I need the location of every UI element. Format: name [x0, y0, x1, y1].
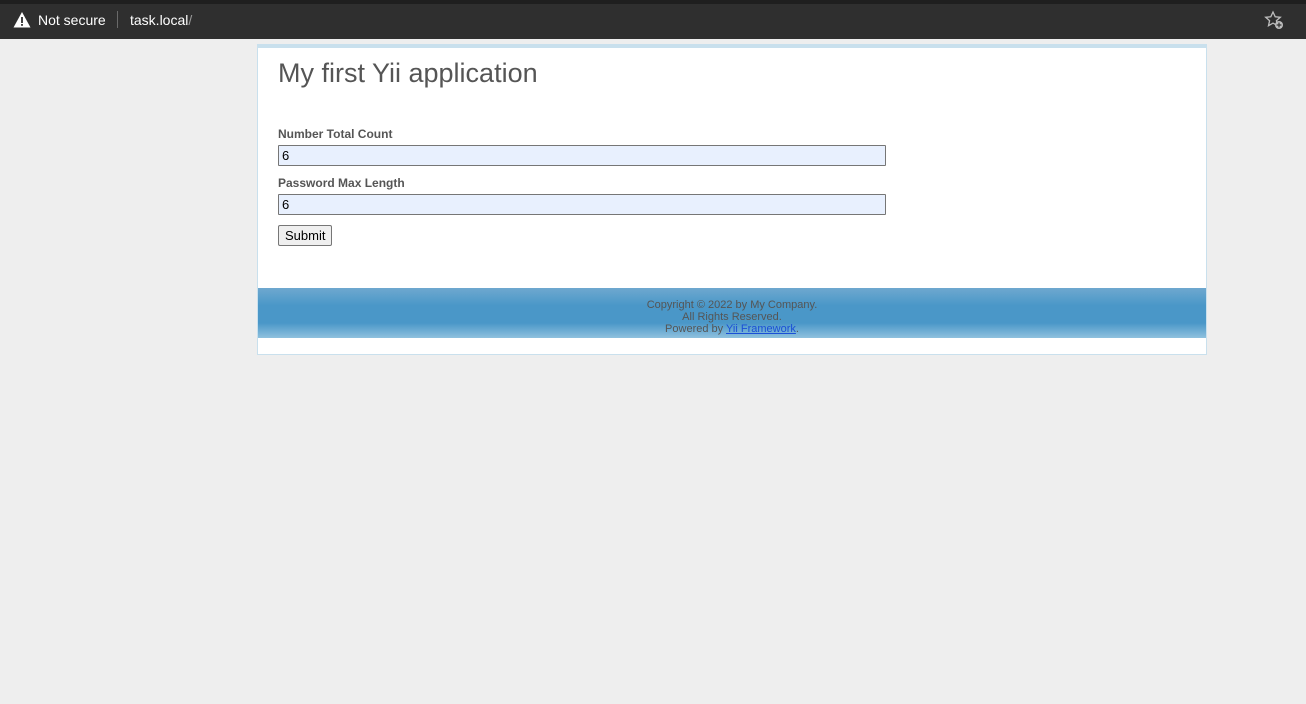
warning-icon: [13, 12, 31, 28]
number-total-count-input[interactable]: [278, 145, 886, 166]
number-total-count-label: Number Total Count: [278, 127, 393, 141]
page-title: My first Yii application: [278, 58, 538, 88]
url-host: task.local: [130, 12, 189, 28]
star-add-icon[interactable]: [1264, 10, 1284, 30]
footer: Copyright © 2022 by My Company. All Righ…: [258, 288, 1206, 338]
footer-copyright: Copyright © 2022 by My Company.: [646, 299, 818, 311]
security-indicator[interactable]: Not secure: [13, 10, 106, 30]
url-field[interactable]: task.local/: [130, 10, 192, 30]
password-max-length-input[interactable]: [278, 194, 886, 215]
submit-button[interactable]: Submit: [278, 225, 333, 246]
address-divider: [117, 11, 118, 28]
browser-address-bar: Not secure task.local/: [0, 0, 1306, 39]
footer-rights: All Rights Reserved.: [682, 311, 782, 323]
security-label: Not secure: [38, 12, 106, 28]
yii-framework-link[interactable]: Yii Framework: [726, 323, 796, 335]
page-container: My first Yii application Number Total Co…: [257, 44, 1207, 355]
footer-powered-by: Powered by Yii Framework.: [258, 323, 1206, 335]
footer-powered-prefix: Powered by: [665, 323, 726, 335]
password-max-length-label: Password Max Length: [278, 176, 405, 190]
url-path: /: [188, 12, 193, 28]
footer-powered-suffix: .: [795, 323, 799, 335]
